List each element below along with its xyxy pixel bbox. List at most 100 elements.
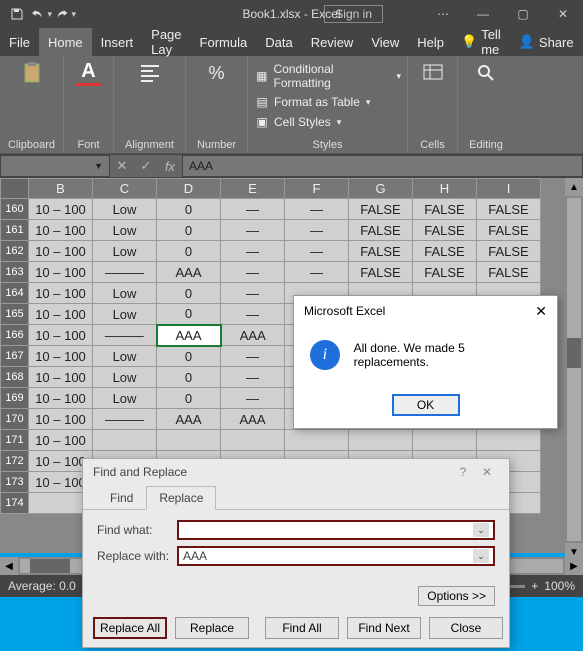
- cell[interactable]: FALSE: [349, 199, 413, 220]
- cell[interactable]: 10 – 100: [29, 283, 93, 304]
- vertical-scrollbar[interactable]: ▲ ▼: [565, 178, 583, 561]
- cell[interactable]: ———: [93, 409, 157, 430]
- cell[interactable]: —: [221, 199, 285, 220]
- cell[interactable]: 10 – 100: [29, 262, 93, 283]
- row-header[interactable]: 167: [1, 346, 29, 367]
- share-button[interactable]: 👤Share: [509, 28, 583, 56]
- tab-view[interactable]: View: [362, 28, 408, 56]
- tab-insert[interactable]: Insert: [92, 28, 143, 56]
- tab-find[interactable]: Find: [97, 486, 146, 510]
- minimize-icon[interactable]: —: [463, 0, 503, 28]
- cell[interactable]: 10 – 100: [29, 325, 93, 346]
- cell[interactable]: 0: [157, 367, 221, 388]
- cell[interactable]: Low: [93, 346, 157, 367]
- cell[interactable]: AAA: [157, 325, 221, 346]
- cell[interactable]: 0: [157, 346, 221, 367]
- cell[interactable]: 10 – 100: [29, 220, 93, 241]
- find-next-button[interactable]: Find Next: [347, 617, 421, 639]
- row-header[interactable]: 164: [1, 283, 29, 304]
- column-header[interactable]: I: [477, 179, 541, 199]
- column-header[interactable]: F: [285, 179, 349, 199]
- cell[interactable]: FALSE: [413, 262, 477, 283]
- paste-button[interactable]: [19, 60, 45, 86]
- cell[interactable]: FALSE: [413, 241, 477, 262]
- find-all-button[interactable]: Find All: [265, 617, 339, 639]
- help-icon[interactable]: ?: [451, 465, 475, 479]
- chevron-down-icon[interactable]: ⌄: [473, 523, 489, 537]
- cell[interactable]: FALSE: [349, 262, 413, 283]
- chevron-down-icon[interactable]: ▼: [94, 161, 103, 171]
- row-header[interactable]: 163: [1, 262, 29, 283]
- cell[interactable]: [349, 430, 413, 451]
- cell[interactable]: 0: [157, 388, 221, 409]
- font-button[interactable]: A: [76, 60, 102, 86]
- cell[interactable]: 10 – 100: [29, 346, 93, 367]
- column-header[interactable]: G: [349, 179, 413, 199]
- column-header[interactable]: C: [93, 179, 157, 199]
- ribbon-options-icon[interactable]: ⋯: [423, 0, 463, 28]
- cell[interactable]: —: [221, 220, 285, 241]
- zoom-level[interactable]: 100%: [544, 579, 575, 593]
- cell[interactable]: FALSE: [477, 199, 541, 220]
- cell[interactable]: Low: [93, 220, 157, 241]
- replace-button[interactable]: Replace: [175, 617, 249, 639]
- tell-me[interactable]: 💡Tell me: [453, 28, 509, 56]
- cell[interactable]: AAA: [157, 262, 221, 283]
- row-header[interactable]: 173: [1, 472, 29, 493]
- cell[interactable]: 10 – 100: [29, 304, 93, 325]
- ok-button[interactable]: OK: [392, 394, 460, 416]
- tab-help[interactable]: Help: [408, 28, 453, 56]
- tab-formulas[interactable]: Formula: [191, 28, 257, 56]
- scroll-left-icon[interactable]: ◀: [0, 557, 18, 575]
- cell[interactable]: ———: [93, 262, 157, 283]
- cell[interactable]: AAA: [221, 409, 285, 430]
- column-header[interactable]: B: [29, 179, 93, 199]
- row-header[interactable]: 162: [1, 241, 29, 262]
- cell[interactable]: Low: [93, 283, 157, 304]
- cell[interactable]: —: [221, 283, 285, 304]
- column-header[interactable]: D: [157, 179, 221, 199]
- tab-home[interactable]: Home: [39, 28, 92, 56]
- cell[interactable]: 10 – 100: [29, 199, 93, 220]
- cell[interactable]: [157, 430, 221, 451]
- row-header[interactable]: 168: [1, 367, 29, 388]
- cell[interactable]: —: [221, 367, 285, 388]
- cell[interactable]: [93, 430, 157, 451]
- cell[interactable]: Low: [93, 199, 157, 220]
- cell[interactable]: 10 – 100: [29, 430, 93, 451]
- cell[interactable]: —: [221, 304, 285, 325]
- editing-button[interactable]: [473, 60, 499, 86]
- replace-with-input[interactable]: AAA⌄: [177, 546, 495, 566]
- formula-input[interactable]: AAA: [182, 155, 583, 177]
- cell[interactable]: FALSE: [349, 220, 413, 241]
- cell[interactable]: 0: [157, 241, 221, 262]
- cell[interactable]: 10 – 100: [29, 241, 93, 262]
- alignment-button[interactable]: [137, 60, 163, 86]
- name-box[interactable]: ▼: [0, 155, 110, 177]
- cell[interactable]: FALSE: [349, 241, 413, 262]
- column-header[interactable]: H: [413, 179, 477, 199]
- row-header[interactable]: 171: [1, 430, 29, 451]
- scroll-thumb-h[interactable]: [30, 559, 70, 573]
- cell[interactable]: Low: [93, 367, 157, 388]
- cell[interactable]: —: [221, 241, 285, 262]
- close-button[interactable]: Close: [429, 617, 503, 639]
- close-icon[interactable]: ✕: [543, 0, 583, 28]
- replace-all-button[interactable]: Replace All: [93, 617, 167, 639]
- cell[interactable]: 10 – 100: [29, 367, 93, 388]
- zoom-in-icon[interactable]: +: [531, 579, 538, 593]
- tab-data[interactable]: Data: [256, 28, 301, 56]
- row-header[interactable]: 166: [1, 325, 29, 346]
- row-header[interactable]: 174: [1, 493, 29, 514]
- cell[interactable]: Low: [93, 304, 157, 325]
- cell[interactable]: FALSE: [477, 262, 541, 283]
- number-button[interactable]: %: [204, 60, 230, 86]
- cell[interactable]: AAA: [221, 325, 285, 346]
- find-what-input[interactable]: ⌄: [177, 520, 495, 540]
- cell[interactable]: [221, 430, 285, 451]
- cell[interactable]: FALSE: [477, 220, 541, 241]
- cell[interactable]: —: [285, 199, 349, 220]
- cell[interactable]: FALSE: [413, 199, 477, 220]
- row-header[interactable]: 172: [1, 451, 29, 472]
- cell[interactable]: [477, 430, 541, 451]
